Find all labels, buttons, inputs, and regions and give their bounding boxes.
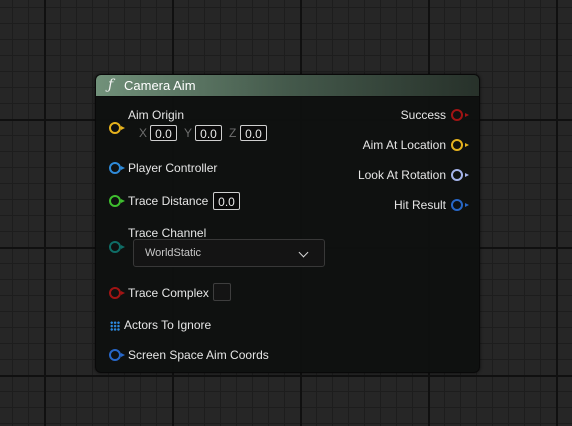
success-pin[interactable] xyxy=(451,109,469,121)
trace-channel-dropdown[interactable]: WorldStatic xyxy=(133,239,325,267)
player-controller-pin[interactable] xyxy=(109,162,125,174)
hit-result-label: Hit Result xyxy=(393,198,446,212)
aim-origin-x-input[interactable]: 0.0 xyxy=(150,125,177,141)
array-pin-icon[interactable] xyxy=(110,321,120,331)
aim-origin-pin[interactable] xyxy=(109,122,125,134)
screen-space-aim-coords-label: Screen Space Aim Coords xyxy=(128,348,269,362)
camera-aim-node[interactable]: ƒ Camera Aim Aim Origin X 0.0 Y 0.0 Z 0.… xyxy=(95,74,480,373)
trace-distance-pin[interactable] xyxy=(109,195,125,207)
aim-origin-z-label: Z xyxy=(229,126,237,140)
screen-space-aim-coords-pin[interactable] xyxy=(109,349,125,361)
aim-at-location-label: Aim At Location xyxy=(362,138,446,152)
look-at-rotation-label: Look At Rotation xyxy=(357,168,446,182)
hit-result-pin[interactable] xyxy=(451,199,469,211)
success-label: Success xyxy=(400,108,446,122)
aim-origin-label: Aim Origin xyxy=(128,108,185,122)
node-title: Camera Aim xyxy=(124,78,196,93)
actors-to-ignore-label: Actors To Ignore xyxy=(124,318,212,332)
trace-complex-label: Trace Complex xyxy=(128,286,209,300)
aim-origin-y-input[interactable]: 0.0 xyxy=(195,125,222,141)
aim-origin-z-input[interactable]: 0.0 xyxy=(240,125,267,141)
trace-distance-label: Trace Distance xyxy=(128,194,209,208)
aim-origin-x-label: X xyxy=(139,126,148,140)
trace-complex-pin[interactable] xyxy=(109,287,125,299)
look-at-rotation-pin[interactable] xyxy=(451,169,469,181)
trace-channel-pin[interactable] xyxy=(109,241,125,253)
function-icon: ƒ xyxy=(108,77,114,93)
trace-distance-input[interactable]: 0.0 xyxy=(213,192,240,210)
aim-origin-y-label: Y xyxy=(184,126,193,140)
trace-complex-checkbox[interactable] xyxy=(213,283,231,301)
player-controller-label: Player Controller xyxy=(128,161,218,175)
trace-channel-value: WorldStatic xyxy=(145,247,202,259)
trace-channel-label: Trace Channel xyxy=(128,226,207,240)
aim-at-location-pin[interactable] xyxy=(451,139,469,151)
chevron-down-icon xyxy=(298,247,309,258)
node-header[interactable]: ƒ Camera Aim xyxy=(96,75,479,97)
